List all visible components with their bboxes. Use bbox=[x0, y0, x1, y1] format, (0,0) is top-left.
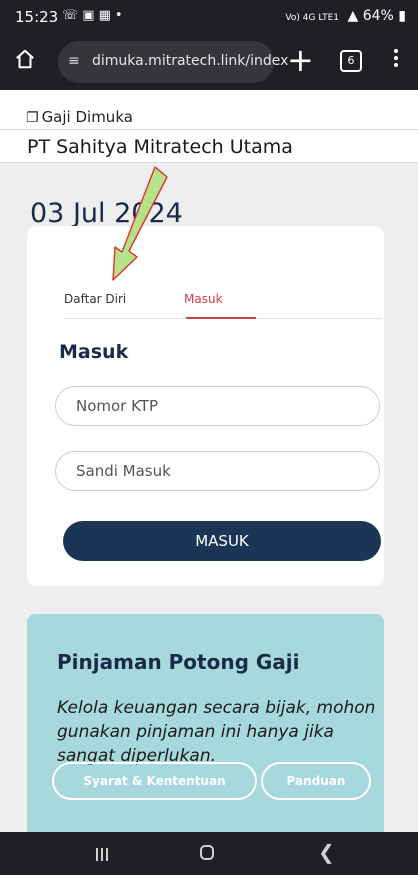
annotation-arrow-icon bbox=[112, 166, 168, 281]
recents-icon[interactable] bbox=[96, 846, 111, 865]
page-content: 03 Jul 2024 Daftar Diri Masuk Masuk MASU… bbox=[0, 163, 418, 832]
app-name: Gaji Dimuka bbox=[41, 108, 133, 126]
tab-count: 6 bbox=[347, 54, 355, 67]
signal-icon: ▲ bbox=[347, 8, 359, 24]
whatsapp-icon: ☏ bbox=[62, 8, 83, 23]
tab-switcher-button[interactable]: 6 bbox=[340, 50, 362, 72]
login-card: Daftar Diri Masuk Masuk MASUK bbox=[27, 226, 384, 586]
info-card: Pinjaman Potong Gaji Kelola keuangan sec… bbox=[27, 614, 384, 832]
back-icon[interactable]: ❮ bbox=[318, 840, 335, 864]
notification-icons: ☏▣▦• bbox=[62, 8, 127, 23]
status-right: Vo) 4G LTE1 ▲ 64% ▮ bbox=[285, 8, 406, 24]
battery-level: 64% bbox=[362, 8, 394, 24]
notification-icon: ▣ bbox=[82, 8, 99, 23]
info-text: Kelola keuangan secara bijak, mohon guna… bbox=[57, 698, 376, 766]
home-icon[interactable] bbox=[14, 48, 36, 70]
browser-toolbar: ≡ dimuka.mitratech.link/index + 6 bbox=[0, 34, 418, 90]
url-text: dimuka.mitratech.link/index bbox=[92, 53, 289, 69]
ktp-number-input[interactable] bbox=[55, 386, 380, 426]
cube-icon: ❐ bbox=[26, 110, 39, 126]
login-button[interactable]: MASUK bbox=[63, 521, 381, 561]
company-bar: PT Sahitya Mitratech Utama bbox=[0, 129, 418, 163]
guide-button[interactable]: Panduan bbox=[261, 762, 371, 800]
active-tab-indicator bbox=[186, 317, 256, 319]
new-tab-icon[interactable]: + bbox=[287, 40, 314, 80]
battery-icon: ▮ bbox=[398, 8, 406, 24]
app-header: ❐ Gaji Dimuka bbox=[26, 108, 133, 126]
company-name: PT Sahitya Mitratech Utama bbox=[27, 136, 293, 158]
info-title: Pinjaman Potong Gaji bbox=[57, 650, 300, 674]
home-nav-icon[interactable] bbox=[200, 845, 214, 860]
dot-icon: • bbox=[114, 8, 127, 23]
status-bar: 15:23 ☏▣▦• Vo) 4G LTE1 ▲ 64% ▮ bbox=[0, 0, 418, 34]
system-nav-bar: ❮ bbox=[0, 832, 418, 875]
more-menu-icon[interactable] bbox=[392, 46, 400, 70]
login-tabs: Daftar Diri Masuk bbox=[64, 288, 382, 319]
password-input[interactable] bbox=[55, 451, 380, 491]
gallery-icon: ▦ bbox=[98, 8, 115, 23]
site-settings-icon[interactable]: ≡ bbox=[68, 53, 80, 69]
address-bar[interactable]: ≡ dimuka.mitratech.link/index bbox=[58, 41, 288, 83]
tab-daftar-diri[interactable]: Daftar Diri bbox=[64, 292, 126, 306]
network-label: Vo) 4G LTE1 bbox=[285, 13, 340, 23]
tab-masuk[interactable]: Masuk bbox=[184, 292, 223, 306]
status-time: 15:23 bbox=[15, 8, 59, 26]
terms-button[interactable]: Syarat & Kententuan bbox=[52, 762, 257, 800]
login-title: Masuk bbox=[59, 341, 129, 363]
